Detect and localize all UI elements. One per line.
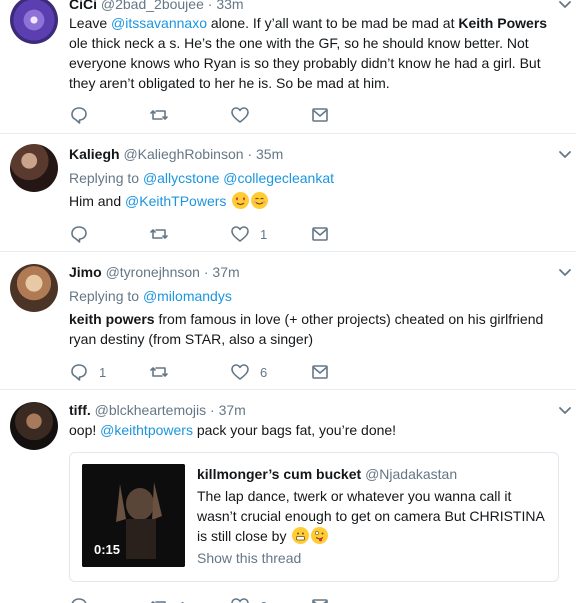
mention-link[interactable]: @keithtpowers [100,422,193,438]
show-thread-link[interactable]: Show this thread [197,550,301,566]
mention-link[interactable]: @KeithTPowers [125,193,226,209]
heart-icon [231,226,249,242]
video-thumbnail[interactable]: 0:15 [82,464,185,567]
envelope-icon [312,227,328,241]
tweet-header: Jimo @tyronejhnson · 37m [69,264,240,280]
mention-link[interactable]: @milomandys [143,288,232,304]
retweet-icon [150,367,168,377]
zany-face-emoji [311,527,329,544]
heart-icon [231,364,249,380]
retweet-button[interactable]: 1 [149,596,186,603]
chevron-down-icon[interactable] [558,404,572,418]
like-button[interactable]: 6 [230,596,267,603]
tweet[interactable]: Jimo @tyronejhnson · 37m Replying to @mi… [0,252,576,390]
reply-button[interactable]: 1 [69,362,106,382]
quoted-tweet[interactable]: 0:15 killmonger’s cum bucket @Njadakasta… [69,452,559,582]
chevron-down-icon[interactable] [558,148,572,162]
tweet-text: Leave @itssavannaxo alone. If y’all want… [69,15,548,91]
reply-count: 1 [99,364,107,380]
tweet-text: Him and @KeithTPowers [69,191,559,211]
like-count: 1 [260,226,268,242]
smiling-emoji [251,192,269,209]
retweet-button[interactable] [149,362,169,382]
quoted-handle[interactable]: @Njadakastan [365,466,457,482]
reply-icon [71,226,87,243]
quoted-header: killmonger’s cum bucket @Njadakastan [197,465,457,483]
tweet-text: oop! @keithtpowers pack your bags fat, y… [69,422,397,438]
grimacing-emoji [292,527,310,544]
display-name[interactable]: Jimo [69,264,102,280]
replying-to: Replying to @allycstone @collegecleankat [69,170,335,186]
chevron-down-icon[interactable] [558,0,572,12]
retweet-icon [150,110,168,120]
retweet-button[interactable] [149,105,169,125]
retweet-icon [150,601,168,603]
like-count: 6 [260,364,268,380]
heart-icon [231,598,249,603]
avatar[interactable] [10,264,58,312]
retweet-count: 1 [179,599,186,603]
reply-icon [71,107,87,124]
timestamp[interactable]: 37m [212,264,239,280]
dm-button[interactable] [310,596,330,603]
user-handle[interactable]: @KalieghRobinson [123,146,243,162]
reply-icon [71,598,87,603]
avatar[interactable] [10,402,58,450]
replying-to: Replying to @milomandys [69,288,232,304]
envelope-icon [312,599,328,603]
dm-button[interactable] [310,224,330,244]
timestamp[interactable]: 33m [216,0,243,12]
reply-icon [71,364,87,381]
tweet[interactable]: CiCi @2bad_2boujee · 33m Leave @itssavan… [0,0,576,134]
like-button[interactable]: 6 [230,362,267,382]
tweet-actions: 1 6 [69,362,369,382]
heart-icon [231,107,249,123]
chevron-down-icon[interactable] [558,266,572,280]
timestamp[interactable]: 35m [256,146,283,162]
timestamp[interactable]: 37m [219,402,246,418]
heart-eyes-emoji [232,192,250,209]
tweet-header: CiCi @2bad_2boujee · 33m [69,0,244,13]
display-name[interactable]: Kaliegh [69,146,120,162]
like-count: 6 [260,599,267,603]
tweet-actions [69,105,369,125]
retweet-button[interactable] [149,224,169,244]
mention-link[interactable]: @itssavannaxo [111,15,207,31]
mention-link[interactable]: @allycstone [143,170,219,186]
reply-button[interactable] [69,596,89,603]
video-duration: 0:15 [94,542,121,557]
tweet-text: keith powers from famous in love (+ othe… [69,311,544,347]
dm-button[interactable] [310,105,330,125]
tweet[interactable]: Kaliegh @KalieghRobinson · 35m Replying … [0,134,576,252]
avatar[interactable] [10,144,58,192]
tweet-header: tiff. @blckheartemojis · 37m [69,402,246,418]
display-name[interactable]: CiCi [69,0,97,12]
reply-button[interactable] [69,105,89,125]
user-handle[interactable]: @tyronejhnson [106,264,200,280]
tweet-actions: 1 [69,224,369,244]
mention-link[interactable]: @collegecleankat [223,170,334,186]
display-name[interactable]: tiff. [69,402,91,418]
envelope-icon [312,108,328,122]
like-button[interactable] [230,105,250,125]
envelope-icon [312,365,328,379]
reply-button[interactable] [69,224,89,244]
quoted-text: The lap dance, twerk or whatever you wan… [197,488,545,544]
avatar[interactable] [10,0,58,44]
quoted-display-name[interactable]: killmonger’s cum bucket [197,466,361,482]
tweet-actions: 1 6 [69,596,369,603]
dm-button[interactable] [310,362,330,382]
user-handle[interactable]: @2bad_2boujee [101,0,204,12]
tweet-header: Kaliegh @KalieghRobinson · 35m [69,146,284,162]
retweet-icon [150,229,168,239]
user-handle[interactable]: @blckheartemojis [95,402,206,418]
like-button[interactable]: 1 [230,224,267,244]
